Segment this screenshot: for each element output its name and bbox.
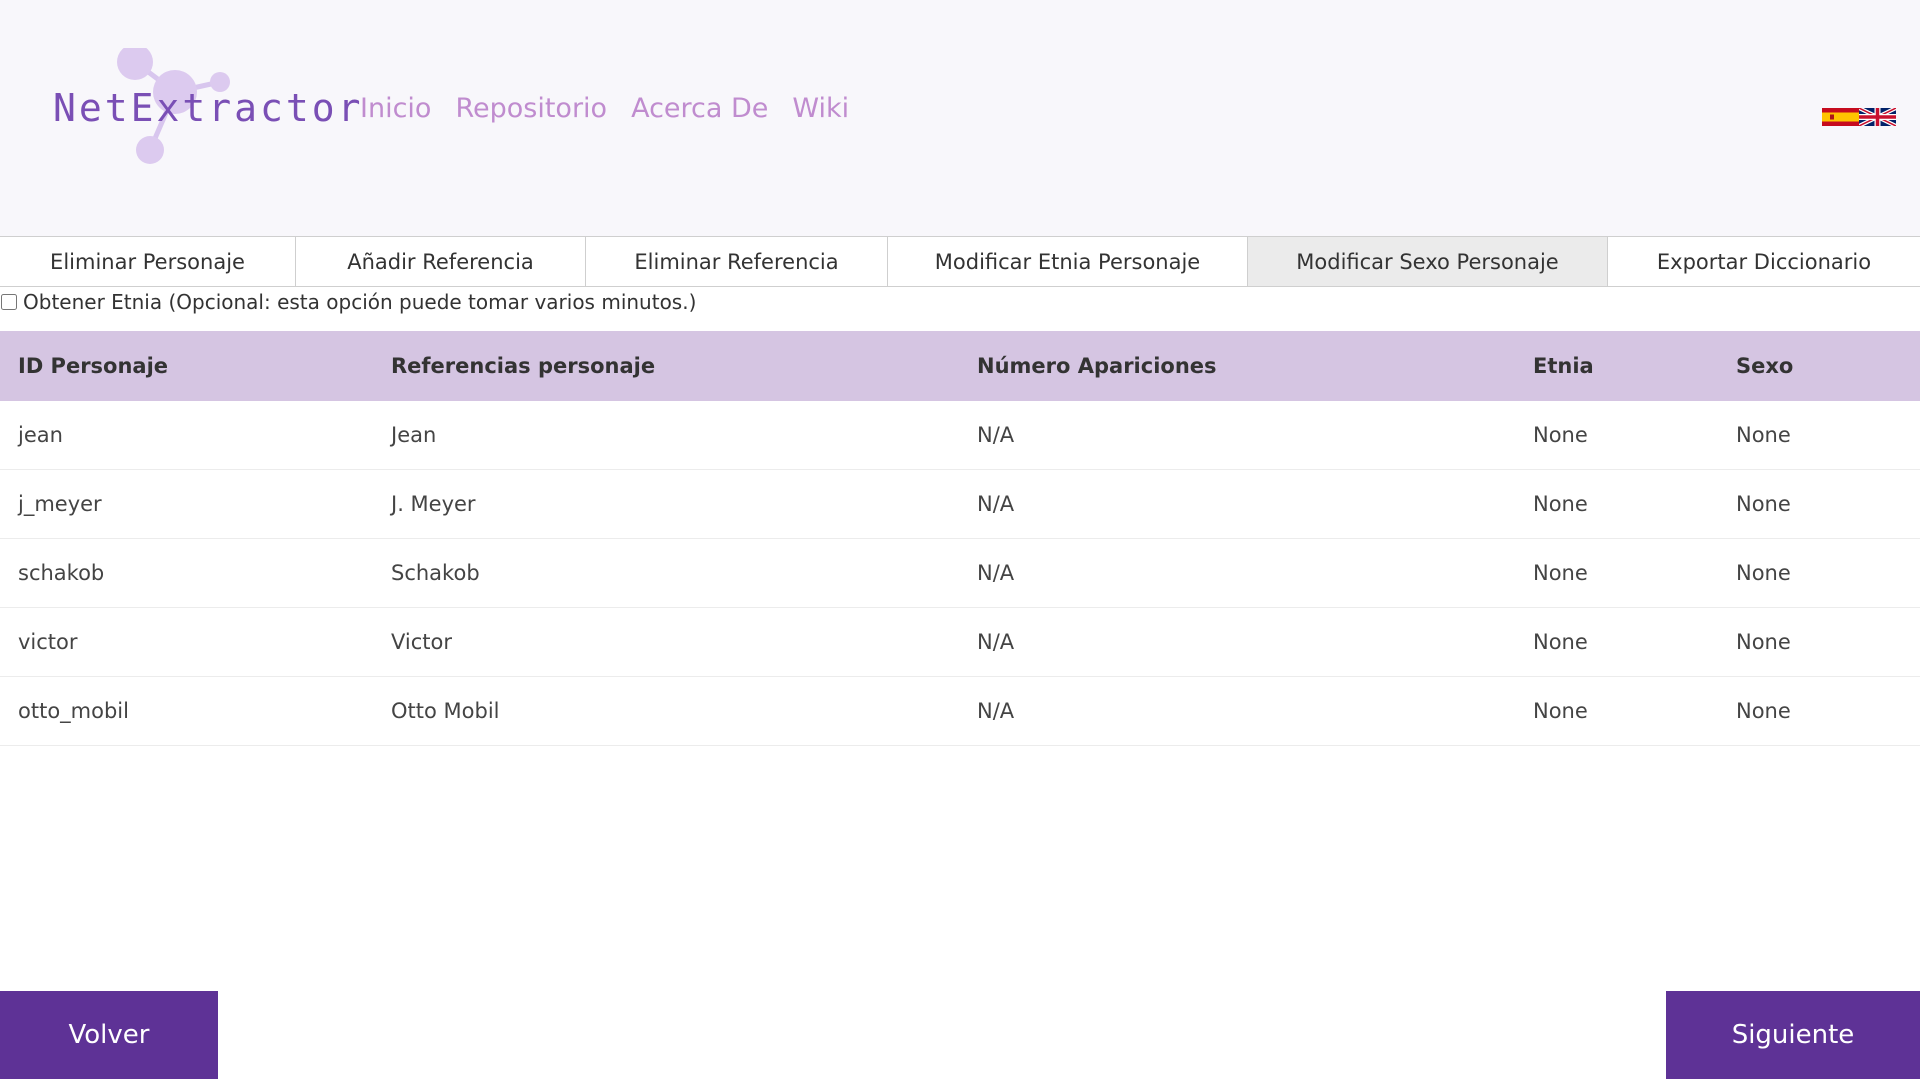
column-header-id: ID Personaje xyxy=(0,331,373,401)
nav-acerca-de[interactable]: Acerca De xyxy=(631,93,768,124)
cell-apariciones: N/A xyxy=(959,401,1515,470)
cell-sexo: None xyxy=(1718,676,1920,746)
action-tabs: Eliminar Personaje Añadir Referencia Eli… xyxy=(0,236,1920,287)
table-row[interactable]: schakob Schakob N/A None None xyxy=(0,538,1920,608)
cell-sexo: None xyxy=(1718,401,1920,470)
siguiente-button[interactable]: Siguiente xyxy=(1666,991,1920,1079)
main-nav: Inicio Repositorio Acerca De Wiki xyxy=(360,93,849,124)
cell-sexo: None xyxy=(1718,607,1920,677)
cell-id: jean xyxy=(0,401,373,470)
table-header-row: ID Personaje Referencias personaje Númer… xyxy=(0,331,1920,401)
nav-repositorio[interactable]: Repositorio xyxy=(455,93,607,124)
cell-apariciones: N/A xyxy=(959,676,1515,746)
cell-id: otto_mobil xyxy=(0,676,373,746)
obtener-etnia-label: Obtener Etnia (Opcional: esta opción pue… xyxy=(23,290,697,314)
cell-id: schakob xyxy=(0,538,373,608)
cell-apariciones: N/A xyxy=(959,538,1515,608)
uk-flag-icon[interactable] xyxy=(1859,108,1896,126)
logo-text: NetExtractor xyxy=(53,86,364,130)
cell-etnia: None xyxy=(1515,469,1718,539)
cell-referencias: Jean xyxy=(373,401,959,470)
column-header-apariciones: Número Apariciones xyxy=(959,331,1515,401)
cell-apariciones: N/A xyxy=(959,469,1515,539)
cell-sexo: None xyxy=(1718,538,1920,608)
cell-etnia: None xyxy=(1515,401,1718,470)
table-row[interactable]: victor Victor N/A None None xyxy=(0,607,1920,677)
obtener-etnia-option: Obtener Etnia (Opcional: esta opción pue… xyxy=(0,290,696,314)
tab-exportar-diccionario[interactable]: Exportar Diccionario xyxy=(1607,237,1920,286)
cell-etnia: None xyxy=(1515,538,1718,608)
tab-modificar-sexo-personaje[interactable]: Modificar Sexo Personaje xyxy=(1247,237,1607,286)
nav-wiki[interactable]: Wiki xyxy=(792,93,849,124)
tab-anadir-referencia[interactable]: Añadir Referencia xyxy=(295,237,585,286)
cell-referencias: Victor xyxy=(373,607,959,677)
cell-sexo: None xyxy=(1718,469,1920,539)
tab-modificar-etnia-personaje[interactable]: Modificar Etnia Personaje xyxy=(887,237,1247,286)
es-flag-icon[interactable] xyxy=(1822,108,1859,126)
table-row[interactable]: j_meyer J. Meyer N/A None None xyxy=(0,469,1920,539)
tab-eliminar-referencia[interactable]: Eliminar Referencia xyxy=(585,237,887,286)
cell-etnia: None xyxy=(1515,607,1718,677)
table-row[interactable]: jean Jean N/A None None xyxy=(0,401,1920,470)
column-header-referencias: Referencias personaje xyxy=(373,331,959,401)
cell-apariciones: N/A xyxy=(959,607,1515,677)
cell-referencias: Schakob xyxy=(373,538,959,608)
column-header-sexo: Sexo xyxy=(1718,331,1920,401)
cell-id: victor xyxy=(0,607,373,677)
column-header-etnia: Etnia xyxy=(1515,331,1718,401)
header: NetExtractor Inicio Repositorio Acerca D… xyxy=(0,0,1920,236)
nav-inicio[interactable]: Inicio xyxy=(360,93,431,124)
cell-referencias: J. Meyer xyxy=(373,469,959,539)
language-selector xyxy=(1822,108,1896,126)
netextractor-logo[interactable]: NetExtractor xyxy=(40,48,361,178)
obtener-etnia-checkbox[interactable] xyxy=(1,294,17,310)
table-row[interactable]: otto_mobil Otto Mobil N/A None None xyxy=(0,676,1920,746)
cell-referencias: Otto Mobil xyxy=(373,676,959,746)
tab-eliminar-personaje[interactable]: Eliminar Personaje xyxy=(0,237,295,286)
volver-button[interactable]: Volver xyxy=(0,991,218,1079)
characters-table: ID Personaje Referencias personaje Númer… xyxy=(0,331,1920,746)
cell-id: j_meyer xyxy=(0,469,373,539)
cell-etnia: None xyxy=(1515,676,1718,746)
